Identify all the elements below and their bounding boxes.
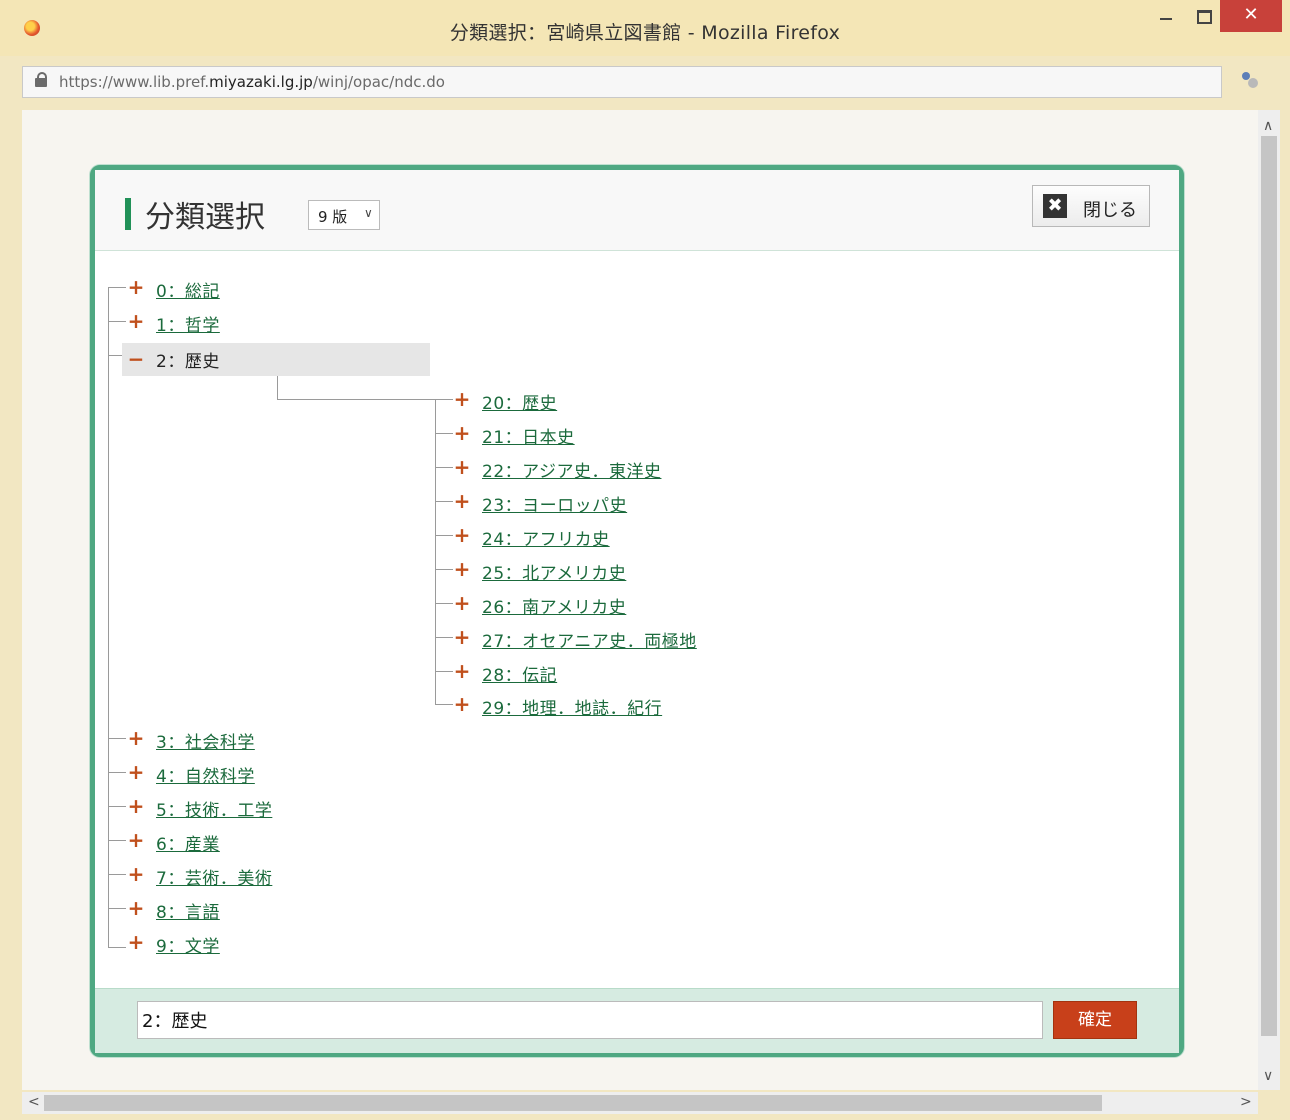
expand-icon[interactable]: + — [452, 423, 472, 443]
collapse-icon[interactable]: − — [126, 349, 146, 369]
tree-node-link[interactable]: 20：歴史 — [482, 389, 557, 414]
tree-node-link[interactable]: 29：地理．地誌．紀行 — [482, 694, 662, 719]
tree-connector — [277, 399, 435, 400]
tree-node-link[interactable]: 9：文学 — [156, 932, 220, 957]
tree-node-link[interactable]: 7：芸術．美術 — [156, 864, 272, 889]
minimize-icon — [1160, 18, 1172, 20]
tree-node-link[interactable]: 25：北アメリカ史 — [482, 559, 626, 584]
tree-connector — [435, 399, 453, 400]
expand-icon[interactable]: + — [126, 932, 146, 952]
expand-icon[interactable]: + — [452, 457, 472, 477]
close-icon: ✕ — [1243, 4, 1259, 25]
tree-connector — [435, 704, 453, 705]
dialog-footer: 確定 — [95, 988, 1179, 1053]
expand-icon[interactable]: + — [452, 525, 472, 545]
tree-node-link[interactable]: 24：アフリカ史 — [482, 525, 610, 550]
edition-select[interactable]: 9 版 ∨ — [308, 200, 380, 230]
expand-icon[interactable]: + — [452, 491, 472, 511]
tree-node-link[interactable]: 8：言語 — [156, 898, 220, 923]
expand-icon[interactable]: + — [452, 694, 472, 714]
chevron-down-icon: ∨ — [364, 206, 373, 220]
window-titlebar: 分類選択：宮崎県立図書館 - Mozilla Firefox ✕ — [0, 0, 1290, 56]
tree-connector — [435, 535, 453, 536]
expand-icon[interactable]: + — [452, 661, 472, 681]
maximize-button[interactable] — [1186, 0, 1220, 32]
selected-node-label: 2：歴史 — [156, 352, 220, 372]
tree-node-link[interactable]: 6：産業 — [156, 830, 220, 855]
tree-node-link[interactable]: 26：南アメリカ史 — [482, 593, 626, 618]
tree-connector — [108, 840, 126, 841]
tree-connector — [108, 806, 126, 807]
heading-accent-bar — [125, 198, 131, 230]
tree-node-link[interactable]: 28：伝記 — [482, 661, 557, 686]
tree-node-link[interactable]: 23：ヨーロッパ史 — [482, 491, 627, 516]
expand-icon[interactable]: + — [126, 898, 146, 918]
maximize-icon — [1197, 10, 1212, 24]
close-button-label: 閉じる — [1083, 200, 1137, 221]
tree-connector — [435, 467, 453, 468]
expand-icon[interactable]: + — [126, 762, 146, 782]
tree-connector — [108, 874, 126, 875]
edition-select-value: 9 版 — [318, 208, 348, 226]
url-text: https://www.lib.pref.miyazaki.lg.jp/winj… — [59, 73, 445, 91]
tree-connector — [108, 772, 126, 773]
expand-icon[interactable]: + — [126, 311, 146, 331]
close-x-icon: ✖ — [1043, 194, 1067, 218]
tree-node-link[interactable]: 3：社会科学 — [156, 728, 255, 753]
horizontal-scrollbar[interactable]: < > — [22, 1092, 1258, 1114]
tree-connector — [435, 569, 453, 570]
window-close-button[interactable]: ✕ — [1220, 0, 1282, 32]
expand-icon[interactable]: + — [126, 728, 146, 748]
expand-icon[interactable]: + — [452, 593, 472, 613]
expand-icon[interactable]: + — [452, 627, 472, 647]
confirm-button[interactable]: 確定 — [1053, 1001, 1137, 1039]
classification-dialog: 分類選択 9 版 ∨ ✖ 閉じる + 0：総記 + 1：哲学 − 2：歴史 + … — [90, 165, 1184, 1057]
scroll-up-icon[interactable]: ∧ — [1263, 118, 1273, 134]
expand-icon[interactable]: + — [452, 559, 472, 579]
scroll-left-icon[interactable]: < — [28, 1094, 40, 1110]
scroll-down-icon[interactable]: ∨ — [1263, 1068, 1273, 1084]
tree-node-link[interactable]: 27：オセアニア史．両極地 — [482, 627, 697, 652]
expand-icon[interactable]: + — [126, 830, 146, 850]
tree-connector — [435, 603, 453, 604]
expand-icon[interactable]: + — [126, 864, 146, 884]
classification-tree: + 0：総記 + 1：哲学 − 2：歴史 + 20：歴史 + 21：日本史 + … — [95, 250, 1179, 988]
tree-node-link[interactable]: 1：哲学 — [156, 311, 220, 336]
tree-node-link[interactable]: 0：総記 — [156, 277, 220, 302]
horizontal-scroll-thumb[interactable] — [44, 1095, 1102, 1111]
selection-input[interactable] — [137, 1001, 1043, 1039]
tree-connector — [108, 287, 109, 947]
tree-connector — [435, 637, 453, 638]
address-bar[interactable]: https://www.lib.pref.miyazaki.lg.jp/winj… — [22, 66, 1222, 98]
tree-node-link[interactable]: 21：日本史 — [482, 423, 575, 448]
window-title: 分類選択：宮崎県立図書館 - Mozilla Firefox — [449, 22, 841, 44]
dialog-title: 分類選択 — [145, 200, 265, 235]
tree-node-link[interactable]: 22：アジア史．東洋史 — [482, 457, 661, 482]
tree-node-link[interactable]: 5：技術．工学 — [156, 796, 272, 821]
tree-connector — [108, 321, 126, 322]
tree-connector — [108, 908, 126, 909]
tree-connector — [108, 738, 126, 739]
minimize-button[interactable] — [1146, 0, 1186, 32]
extension-icon[interactable] — [1242, 72, 1260, 90]
tree-node-2-selected[interactable]: − 2：歴史 — [122, 343, 430, 376]
tree-connector — [435, 501, 453, 502]
tree-connector — [108, 947, 126, 948]
lock-icon — [35, 72, 47, 87]
dialog-header: 分類選択 9 版 ∨ ✖ 閉じる — [95, 170, 1179, 251]
vertical-scrollbar[interactable]: ∧ ∨ — [1258, 110, 1280, 1090]
tree-connector — [435, 671, 453, 672]
scroll-right-icon[interactable]: > — [1240, 1094, 1252, 1110]
tree-connector — [108, 287, 126, 288]
tree-connector — [435, 399, 436, 704]
tree-node-link[interactable]: 4：自然科学 — [156, 762, 255, 787]
expand-icon[interactable]: + — [452, 389, 472, 409]
close-button[interactable]: ✖ 閉じる — [1032, 185, 1150, 227]
tree-connector — [435, 433, 453, 434]
expand-icon[interactable]: + — [126, 277, 146, 297]
vertical-scroll-thumb[interactable] — [1261, 136, 1277, 1036]
expand-icon[interactable]: + — [126, 796, 146, 816]
